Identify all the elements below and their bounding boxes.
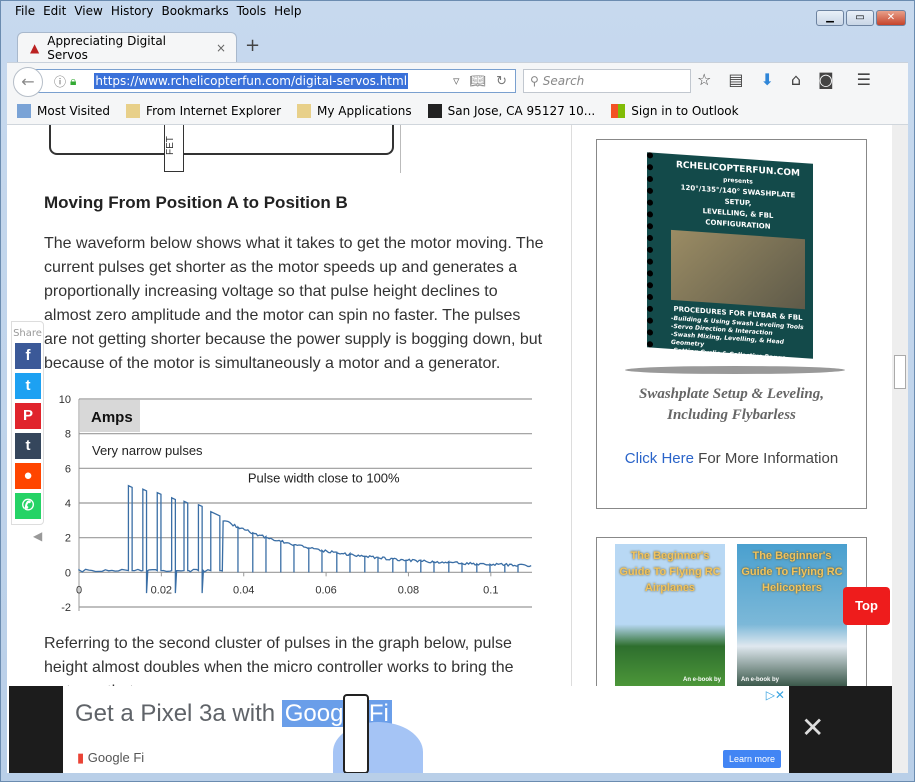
download-icon[interactable]: ⬇ [760,70,773,89]
chart-title: Amps [91,409,133,426]
helicopter-photo [671,230,805,309]
menu-icon[interactable]: ☰ [857,70,871,89]
bookmark-folder-ie[interactable]: From Internet Explorer [126,104,281,118]
new-tab-button[interactable]: + [245,35,260,56]
fet-label: FET [164,125,184,172]
vertical-scrollbar[interactable] [892,125,908,773]
twitter-share-icon[interactable]: t [15,373,41,399]
share-label: Share [12,328,43,339]
x-tick-label: 0.04 [233,585,254,597]
y-tick-label: -2 [61,602,71,614]
url-bar[interactable]: ⓘ 🔒︎ https://www.rchelicopterfun.com/dig… [29,69,516,93]
folder-icon [297,104,311,118]
learn-more-button[interactable]: Learn more [723,750,781,768]
search-placeholder: Search [543,74,585,88]
dropdown-icon[interactable]: ▿ [453,74,460,89]
reload-icon[interactable]: ↻ [496,74,507,89]
weather-icon [428,104,442,118]
y-tick-label: 0 [65,567,71,579]
bookmarks-toolbar: Most Visited From Internet Explorer My A… [7,98,908,125]
minimize-button[interactable]: ▁ [816,10,844,26]
browser-window: File Edit View History Bookmarks Tools H… [0,0,915,782]
home-icon[interactable]: ⌂ [791,70,801,89]
swashplate-book-ad[interactable]: RCHELICOPTERFUN.COM presents 120°/135°/1… [596,139,867,509]
column-divider [571,125,572,773]
nav-bar: ⓘ 🔒︎ https://www.rchelicopterfun.com/dig… [7,62,908,98]
book-caption: Swashplate Setup & Leveling, Including F… [607,384,856,426]
annotation: Pulse width close to 100% [248,471,400,486]
current-waveform-line [79,486,531,593]
favicon-icon: ▲ [30,41,39,55]
click-here-link[interactable]: Click Here [625,450,694,467]
menu-bookmarks[interactable]: Bookmarks [158,1,233,23]
pocket-icon[interactable]: ◙ [818,70,834,89]
tumblr-share-icon[interactable]: t [15,433,41,459]
menu-view[interactable]: View [70,1,106,23]
circuit-figure [49,125,394,155]
phone-graphic [343,694,369,773]
adchoices-icon[interactable]: ▷✕ [766,688,785,702]
back-to-top-button[interactable]: Top [843,587,890,625]
menu-tools[interactable]: Tools [233,1,271,23]
back-button[interactable]: ← [13,67,43,97]
rc-helicopters-book[interactable]: The Beginner's Guide To Flying RC Helico… [737,544,847,690]
menu-file[interactable]: File [11,1,39,23]
bookmark-folder-apps[interactable]: My Applications [297,104,412,118]
bookmark-weather[interactable]: San Jose, CA 95127 10... [428,104,596,118]
tab-close-icon[interactable]: × [216,41,226,55]
menu-edit[interactable]: Edit [39,1,70,23]
tab-active[interactable]: ▲ Appreciating Digital Servos × [17,32,237,62]
url-text[interactable]: https://www.rchelicopterfun.com/digital-… [94,73,408,89]
close-window-button[interactable]: ✕ [876,10,906,26]
google-fi-icon: ▮ [77,750,84,765]
rc-airplanes-book[interactable]: The Beginner's Guide To Flying RC Airpla… [615,544,725,690]
info-icon[interactable]: ⓘ [54,73,66,90]
scrollbar-thumb[interactable] [894,355,906,389]
ad-brand: ▮ Google Fi [77,750,144,766]
section-heading: Moving From Position A to Position B [44,193,348,213]
reddit-share-icon[interactable]: ● [15,463,41,489]
lock-icon: 🔒︎ [70,74,76,89]
bookmark-star-icon[interactable]: ☆ [697,70,711,89]
current-waveform-chart: -2 0 2 4 6 8 10 0 0.02 0.04 0.06 0.08 0.1 Amps Very na… [24,391,534,621]
x-tick-label: 0.02 [151,585,172,597]
folder-icon [126,104,140,118]
x-tick-label: 0.08 [398,585,419,597]
y-tick-label: 2 [65,533,71,545]
google-fi-ad[interactable]: Get a Pixel 3a with Google Fi ▮ Google F… [63,686,789,773]
y-tick-label: 8 [65,429,71,441]
facebook-share-icon[interactable]: f [15,343,41,369]
microsoft-icon [611,104,625,118]
y-tick-label: 4 [65,498,71,510]
search-input[interactable]: ⚲ Search [523,69,691,93]
whatsapp-share-icon[interactable]: ✆ [15,493,41,519]
swashplate-book-cover[interactable]: RCHELICOPTERFUN.COM presents 120°/135°/1… [647,152,813,359]
ad-overlay: Get a Pixel 3a with Google Fi ▮ Google F… [9,686,892,773]
share-bar: Share f t P t ● ✆ [11,321,44,525]
menu-history[interactable]: History [107,1,158,23]
most-visited-icon [17,104,31,118]
x-tick-label: 0 [76,585,82,597]
bookmark-outlook[interactable]: Sign in to Outlook [611,104,738,118]
annotation: Very narrow pulses [92,443,203,458]
y-tick-label: 10 [59,394,71,406]
menu-bar: File Edit View History Bookmarks Tools H… [1,1,914,23]
y-tick-label: 6 [65,463,71,475]
tab-title: Appreciating Digital Servos [47,34,208,62]
pinterest-share-icon[interactable]: P [15,403,41,429]
collapse-share-icon[interactable]: ◀ [33,529,42,543]
bookmark-most-visited[interactable]: Most Visited [17,104,110,118]
search-icon: ⚲ [530,74,539,88]
menu-help[interactable]: Help [270,1,305,23]
web-page: FET Moving From Position A to Position B… [7,125,892,773]
x-tick-label: 0.06 [315,585,336,597]
paragraph: The waveform below shows what it takes t… [44,232,544,376]
library-icon[interactable]: ▤ [728,70,743,89]
reader-view-icon[interactable]: 📖︎ [470,74,487,89]
more-info-text: Click Here For More Information [597,450,866,467]
x-tick-label: 0.1 [483,585,498,597]
maximize-button[interactable]: ▭ [846,10,874,26]
close-ad-icon[interactable]: ✕ [801,714,824,742]
